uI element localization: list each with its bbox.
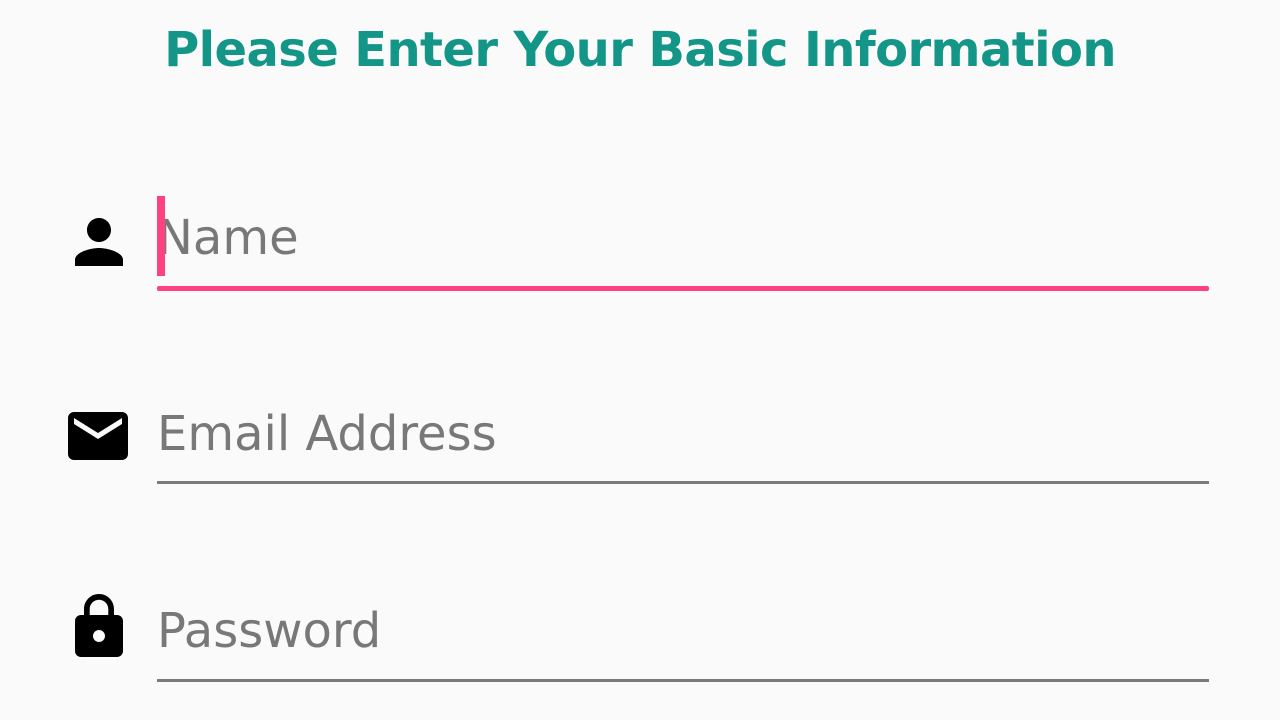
name-input[interactable]	[157, 198, 1209, 278]
lock-icon	[63, 591, 135, 663]
person-icon	[63, 206, 135, 278]
text-cursor	[157, 196, 165, 276]
password-input-underline	[157, 679, 1209, 682]
email-field-row	[0, 386, 1280, 496]
name-input-underline	[157, 286, 1209, 291]
mail-icon	[62, 400, 134, 472]
email-input-underline	[157, 481, 1209, 484]
password-field-row	[0, 583, 1280, 693]
page-title: Please Enter Your Basic Information	[164, 22, 1116, 78]
password-input[interactable]	[157, 591, 1209, 671]
name-field-row	[0, 190, 1280, 300]
email-input[interactable]	[157, 394, 1209, 474]
